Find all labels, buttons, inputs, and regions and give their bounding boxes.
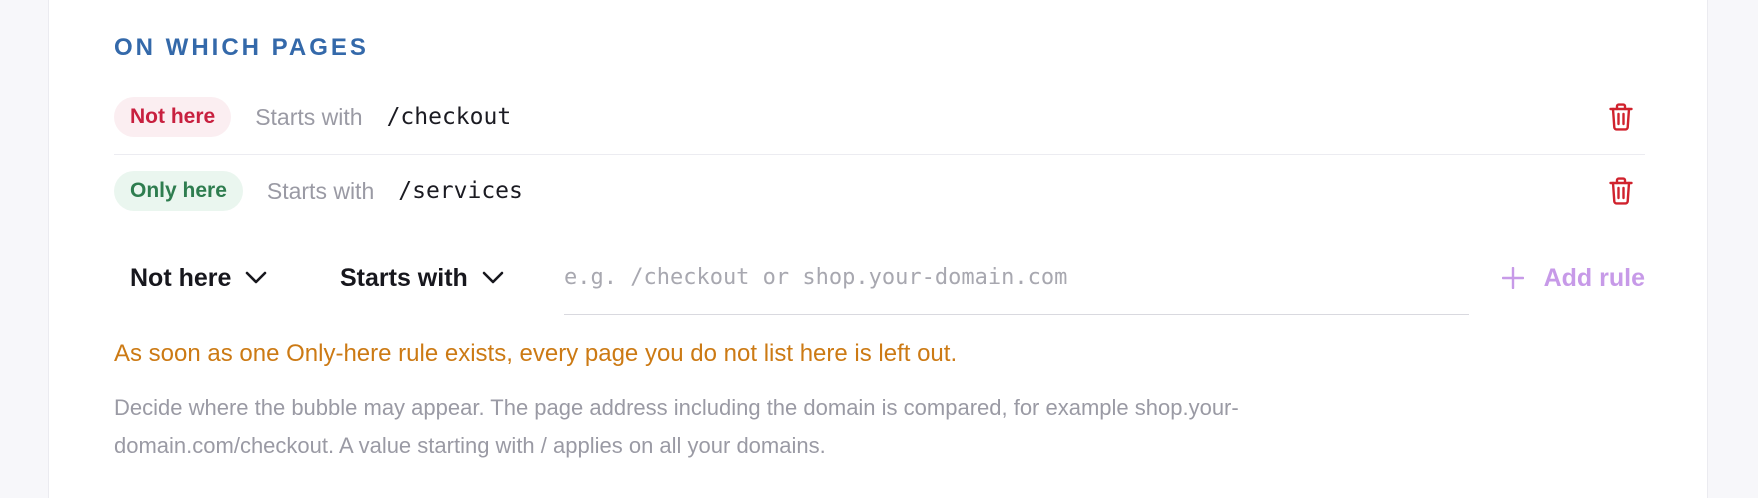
rule-mode-badge-not-here: Not here bbox=[114, 97, 232, 137]
only-here-warning: As soon as one Only-here rule exists, ev… bbox=[114, 340, 958, 367]
rule-mode-badge-only-here: Only here bbox=[114, 171, 243, 211]
trash-icon[interactable] bbox=[1609, 177, 1633, 205]
operator-select[interactable]: Starts with bbox=[340, 258, 504, 298]
new-rule-form: Not here Starts with Add rule bbox=[114, 240, 1645, 316]
mode-select[interactable]: Not here bbox=[130, 258, 267, 298]
chevron-down-icon bbox=[482, 271, 504, 284]
operator-select-value: Starts with bbox=[340, 263, 468, 292]
rule-row: Only here Starts with /services bbox=[114, 154, 1645, 228]
plus-icon bbox=[1501, 267, 1524, 289]
trash-icon[interactable] bbox=[1609, 103, 1633, 131]
rule-value-input[interactable] bbox=[564, 240, 1469, 315]
rule-value: /checkout bbox=[386, 104, 512, 130]
rule-value: /services bbox=[398, 178, 523, 204]
page-rules-card: ON WHICH PAGES Not here Starts with /che… bbox=[48, 0, 1708, 498]
mode-select-value: Not here bbox=[130, 263, 232, 292]
rule-operator: Starts with bbox=[255, 103, 363, 130]
add-rule-button[interactable]: Add rule bbox=[1501, 258, 1645, 298]
rule-operator: Starts with bbox=[266, 177, 375, 204]
help-text: Decide where the bubble may appear. The … bbox=[114, 395, 1239, 458]
chevron-down-icon bbox=[246, 271, 267, 284]
section-title: ON WHICH PAGES bbox=[114, 34, 369, 61]
rule-row: Not here Starts with /checkout bbox=[114, 80, 1645, 155]
add-rule-label: Add rule bbox=[1543, 263, 1645, 292]
